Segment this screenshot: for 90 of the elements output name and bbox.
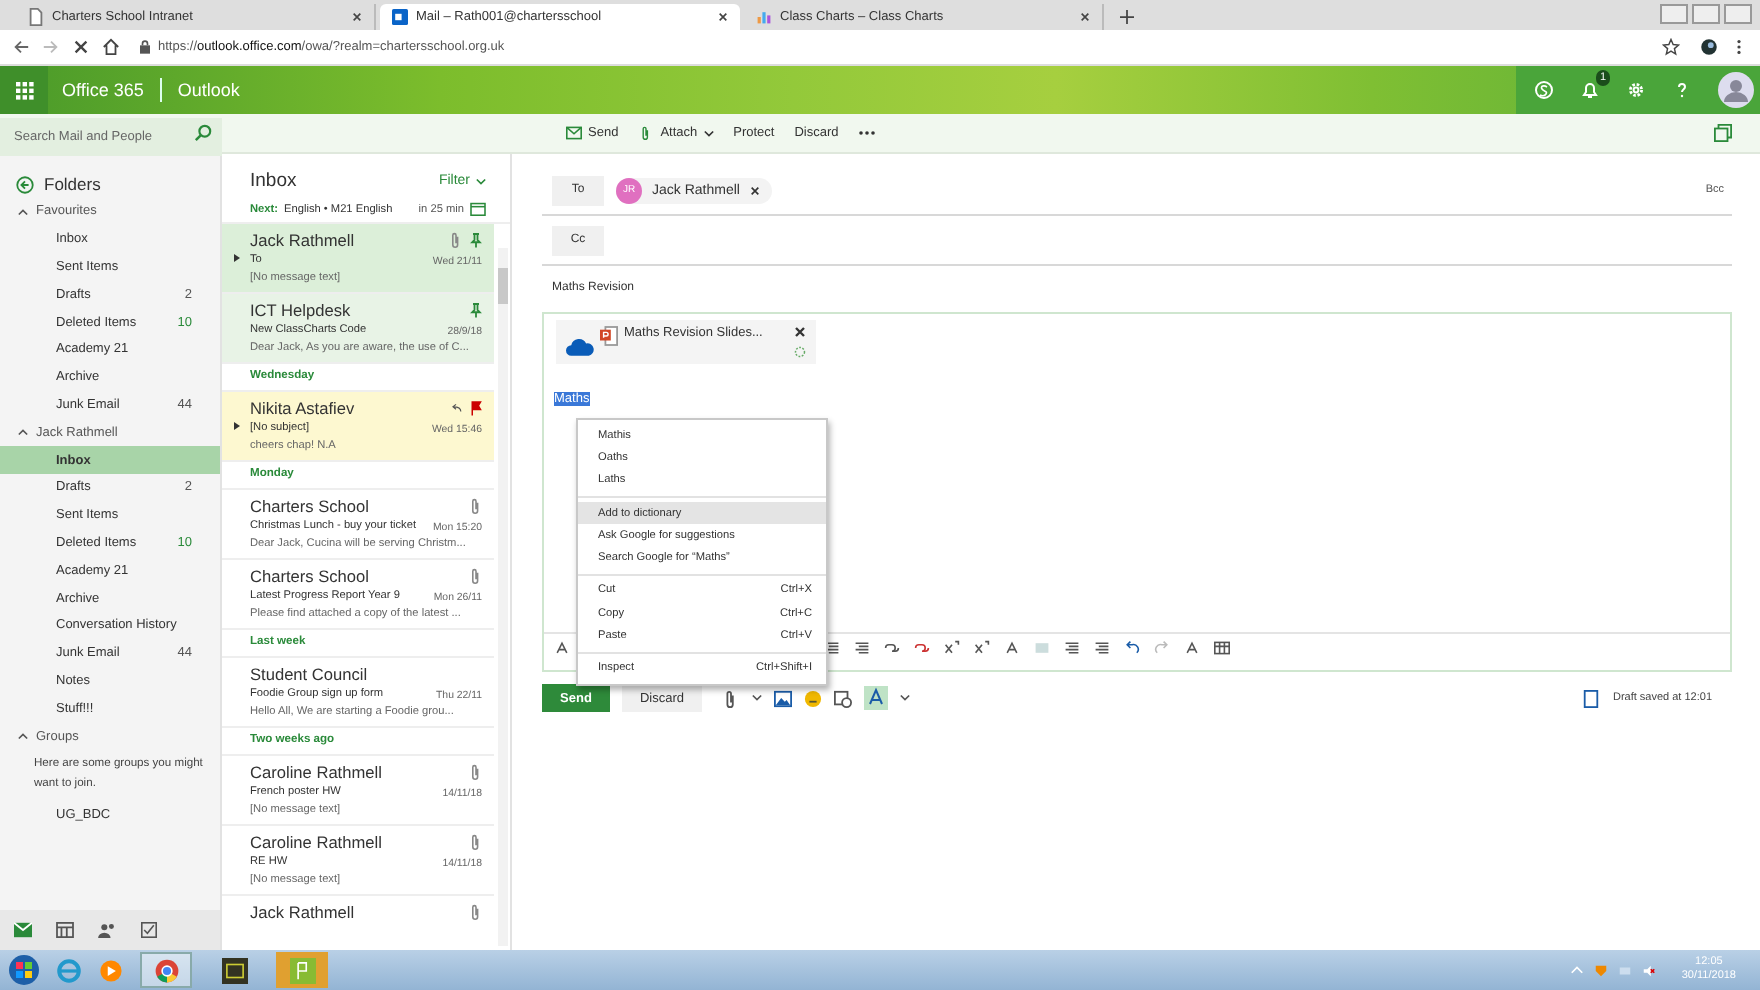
inbox-title: Inbox bbox=[250, 170, 299, 192]
cloud-icon bbox=[566, 338, 594, 356]
presentation-file-icon bbox=[600, 326, 618, 346]
calendar-icon[interactable] bbox=[56, 922, 74, 938]
pin-icon[interactable] bbox=[470, 302, 482, 318]
bell-icon[interactable] bbox=[1580, 80, 1600, 100]
star-icon[interactable] bbox=[1662, 38, 1680, 56]
table-format-icon[interactable] bbox=[1214, 640, 1230, 656]
link-format-icon[interactable] bbox=[884, 640, 900, 656]
sender-name: ICT Helpdesk bbox=[250, 298, 351, 322]
calendar-clock-icon[interactable] bbox=[834, 689, 852, 707]
speaker-muted-icon[interactable] bbox=[1641, 963, 1656, 977]
stop-icon[interactable] bbox=[72, 38, 90, 56]
lock-icon bbox=[140, 40, 150, 54]
paperclip-icon bbox=[450, 232, 462, 248]
envelope-icon bbox=[566, 126, 582, 140]
remove-icon[interactable] bbox=[749, 185, 760, 195]
chrome-circle-icon bbox=[153, 957, 179, 983]
app-launcher-button[interactable] bbox=[0, 66, 48, 114]
flag-icon[interactable] bbox=[470, 400, 482, 416]
sender-name: Nikita Astafiev bbox=[250, 396, 355, 420]
back-arrow-icon[interactable] bbox=[12, 38, 30, 56]
paperclip-icon bbox=[470, 834, 482, 850]
emoji-icon[interactable] bbox=[804, 689, 822, 707]
close-icon[interactable] bbox=[1080, 12, 1090, 22]
app-tile-icon bbox=[289, 957, 315, 983]
right-format-icon[interactable] bbox=[854, 640, 870, 656]
chevron-icon bbox=[18, 207, 28, 216]
grid-icon bbox=[15, 81, 33, 99]
sup-format-icon[interactable] bbox=[944, 640, 960, 656]
paperclip-icon bbox=[470, 568, 482, 584]
ltr-format-icon[interactable] bbox=[1064, 640, 1080, 656]
sender-name: Jack Rathmell bbox=[250, 900, 355, 924]
chart-icon bbox=[756, 8, 772, 26]
close-icon[interactable] bbox=[352, 12, 362, 22]
sender-name: Jack Rathmell bbox=[250, 228, 355, 252]
avatar-icon[interactable] bbox=[1718, 72, 1754, 108]
caret-icon bbox=[476, 177, 486, 185]
paperclip-icon bbox=[470, 764, 482, 780]
sender-name: Charters School bbox=[250, 494, 369, 518]
sender-name: Caroline Rathmell bbox=[250, 830, 382, 854]
app-tile-icon bbox=[221, 957, 247, 983]
expand-thread-icon[interactable] bbox=[234, 422, 240, 430]
picture-icon[interactable] bbox=[774, 689, 792, 707]
settings-icon[interactable] bbox=[1626, 80, 1646, 100]
spelling-icon[interactable] bbox=[864, 686, 888, 710]
loading-spinner-icon bbox=[794, 346, 806, 358]
start-button[interactable] bbox=[8, 954, 40, 986]
mail-icon[interactable] bbox=[14, 922, 32, 938]
folders-heading: Folders bbox=[44, 174, 101, 194]
paperclip-icon bbox=[470, 904, 482, 920]
page-icon bbox=[28, 8, 44, 26]
mail-app-icon bbox=[392, 8, 408, 26]
chevron-icon[interactable] bbox=[900, 694, 910, 702]
pin-icon[interactable] bbox=[470, 232, 482, 248]
expand-thread-icon[interactable] bbox=[234, 254, 240, 262]
new-tab-icon[interactable] bbox=[1120, 10, 1134, 24]
chevron-icon bbox=[18, 428, 28, 437]
font-format-icon[interactable] bbox=[554, 640, 570, 656]
calendar-icon[interactable] bbox=[470, 202, 486, 216]
unlink-format-icon[interactable] bbox=[914, 640, 930, 656]
abc-format-icon[interactable] bbox=[1004, 640, 1020, 656]
sender-name: Student Council bbox=[250, 662, 368, 686]
caret-icon[interactable] bbox=[752, 694, 762, 702]
center-format-icon[interactable] bbox=[824, 640, 840, 656]
sub-format-icon[interactable] bbox=[974, 640, 990, 656]
home-icon[interactable] bbox=[102, 38, 120, 56]
search-icon[interactable] bbox=[194, 124, 212, 142]
extension-icon[interactable] bbox=[1700, 38, 1718, 56]
reply-arrow-icon bbox=[450, 400, 462, 416]
sender-name: Charters School bbox=[250, 564, 369, 588]
caret-icon bbox=[703, 129, 714, 137]
clear-format-icon[interactable] bbox=[1184, 640, 1200, 656]
tasks-icon[interactable] bbox=[140, 922, 158, 938]
undo-format-icon[interactable] bbox=[1124, 640, 1140, 656]
back-circle-icon[interactable] bbox=[16, 175, 34, 193]
help-icon[interactable] bbox=[1672, 80, 1692, 100]
sender-name: Caroline Rathmell bbox=[250, 760, 382, 784]
skype-icon[interactable] bbox=[1534, 80, 1554, 100]
paperclip-icon[interactable] bbox=[722, 689, 740, 707]
close-icon[interactable] bbox=[718, 12, 728, 22]
pop-out-icon[interactable] bbox=[1714, 124, 1732, 142]
people-icon[interactable] bbox=[98, 922, 116, 938]
paperclip-icon bbox=[470, 498, 482, 514]
scrollbar[interactable] bbox=[498, 248, 508, 946]
chevron-icon bbox=[18, 732, 28, 741]
draft-icon bbox=[1582, 689, 1601, 707]
rtl-format-icon[interactable] bbox=[1094, 640, 1110, 656]
more-icon[interactable] bbox=[858, 130, 877, 136]
close-icon[interactable] bbox=[794, 326, 806, 338]
